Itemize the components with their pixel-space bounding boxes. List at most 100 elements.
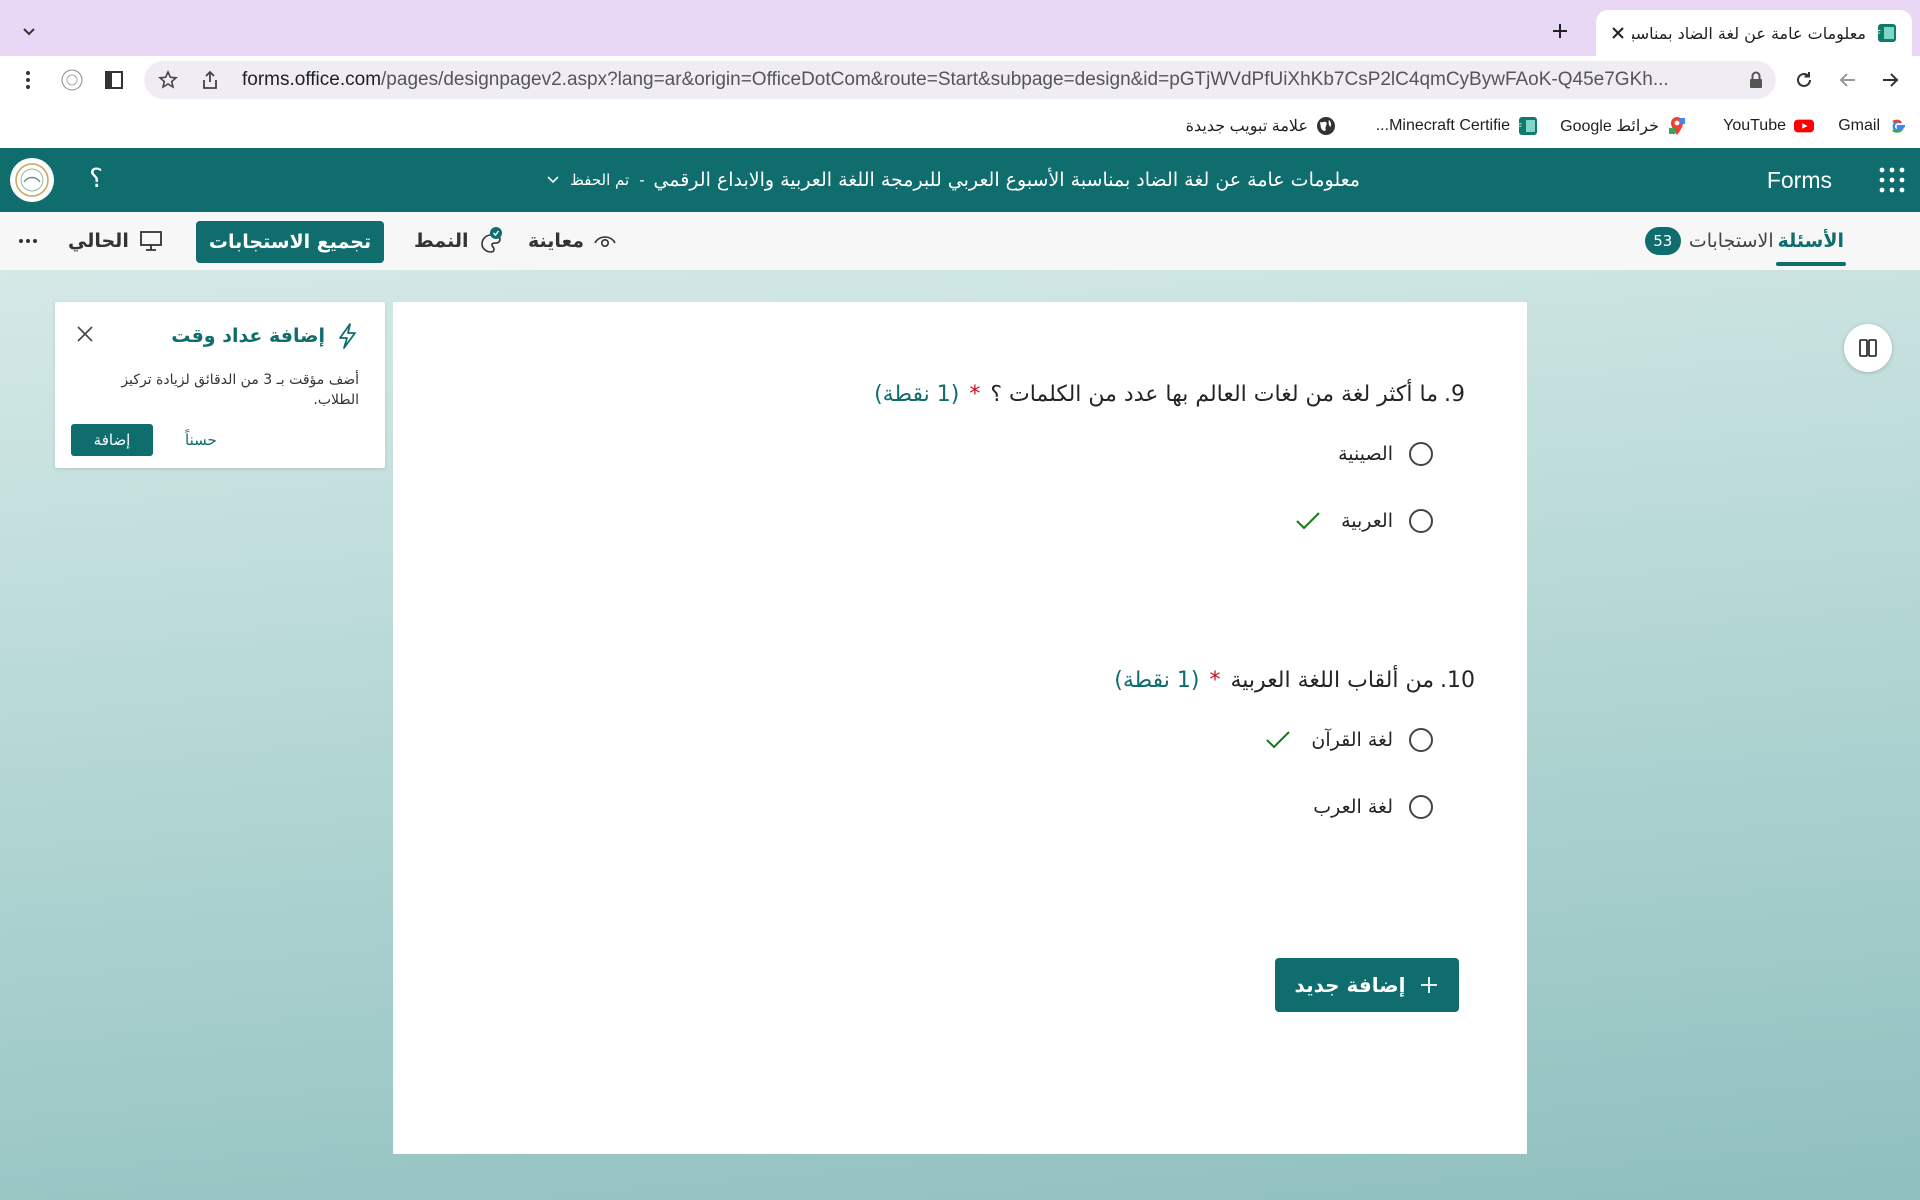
question-text: من ألقاب اللغة العربية <box>1230 668 1435 693</box>
question-number: 9. <box>1444 382 1465 407</box>
bookmark-youtube[interactable]: YouTube <box>1723 114 1814 138</box>
share-icon[interactable] <box>196 66 224 94</box>
help-button[interactable]: ؟ <box>82 164 110 196</box>
correct-check-icon <box>1295 511 1321 531</box>
option-label: لغة العرب <box>1313 796 1393 818</box>
browser-tab-active[interactable]: F معلومات عامة عن لغة الضاد بمناسبة الأس… <box>1596 10 1912 56</box>
bookmark-label: Minecraft Certifie... <box>1375 117 1510 134</box>
google-icon <box>1888 116 1908 136</box>
forms-favicon-icon: F <box>1876 22 1898 44</box>
bookmark-new-tab[interactable]: علامة تبويب جديدة <box>1186 114 1336 138</box>
view-tabs: الأسئلة الاستجابات 53 <box>1644 212 1847 270</box>
svg-text:F: F <box>1876 29 1881 40</box>
question-text: ما أكثر لغة من لغات العالم بها عدد من ال… <box>990 382 1438 407</box>
responses-count-badge: 53 <box>1644 227 1681 255</box>
option-quran[interactable]: لغة القرآن <box>1265 728 1433 752</box>
browser-toolbar: forms.office.com/pages/designpagev2.aspx… <box>0 56 1920 104</box>
avatar[interactable] <box>10 158 54 202</box>
forms-app-bar: Forms معلومات عامة عن لغة الضاد بمناسبة … <box>0 148 1920 212</box>
bookmark-star-icon[interactable] <box>154 66 182 94</box>
browser-tabstrip: F معلومات عامة عن لغة الضاد بمناسبة الأس… <box>0 0 1920 56</box>
timer-dismiss-button[interactable]: حسناً <box>185 424 217 456</box>
radio-button[interactable] <box>1409 442 1433 466</box>
tab-search-chevron-icon[interactable] <box>16 18 42 44</box>
lightning-icon <box>335 322 359 350</box>
columns-icon <box>1858 338 1878 358</box>
present-label: الحالي <box>68 230 129 252</box>
presentation-icon <box>139 230 163 252</box>
form-card: 9. ما أكثر لغة من لغات العالم بها عدد من… <box>393 302 1527 1154</box>
svg-text:F: F <box>1518 123 1522 133</box>
forward-arrow-icon[interactable] <box>1876 66 1904 94</box>
option-arabic[interactable]: العربية <box>1295 509 1433 533</box>
question-9[interactable]: 9. ما أكثر لغة من لغات العالم بها عدد من… <box>874 382 1465 407</box>
browser-tab-title: معلومات عامة عن لغة الضاد بمناسبة الأسبو… <box>1632 23 1866 43</box>
maps-icon <box>1667 116 1687 136</box>
chevron-down-icon <box>546 175 560 185</box>
timer-add-button[interactable]: إضافة <box>71 424 153 456</box>
eye-icon <box>594 233 616 249</box>
style-button[interactable]: النمط <box>414 212 503 270</box>
palette-icon <box>479 227 503 255</box>
question-10[interactable]: 10. من ألقاب اللغة العربية * (1 نقطة) <box>1114 668 1475 693</box>
question-number: 10. <box>1440 668 1475 693</box>
tab-questions[interactable]: الأسئلة <box>1775 212 1847 270</box>
option-chinese[interactable]: الصينية <box>1338 442 1433 466</box>
url-text[interactable]: forms.office.com/pages/designpagev2.aspx… <box>242 61 1732 99</box>
tab-responses[interactable]: الاستجابات 53 <box>1644 227 1774 255</box>
bookmark-gmail[interactable]: Gmail <box>1838 114 1908 138</box>
collect-responses-button[interactable]: تجميع الاستجابات <box>196 221 384 263</box>
radio-button[interactable] <box>1409 795 1433 819</box>
bookmark-label: Gmail <box>1838 117 1880 134</box>
bookmark-label: خرائط Google <box>1560 118 1659 135</box>
more-options-icon[interactable] <box>14 227 42 255</box>
title-separator: - <box>639 171 645 189</box>
option-label: الصينية <box>1338 443 1393 465</box>
forms-brand-label[interactable]: Forms <box>1767 148 1832 212</box>
kebab-menu-icon[interactable] <box>14 66 42 94</box>
app-launcher-waffle-icon[interactable] <box>1878 166 1906 194</box>
lock-icon[interactable] <box>1742 66 1770 94</box>
forms-icon: F <box>1518 116 1538 136</box>
timer-card-header: إضافة عداد وقت <box>171 322 359 350</box>
bookmarks-bar: Gmail YouTube خرائط Google F Minecraft C… <box>0 104 1920 149</box>
plus-icon <box>1419 975 1439 995</box>
back-arrow-icon[interactable] <box>1834 66 1862 94</box>
command-bar: الأسئلة الاستجابات 53 معاينة النمط تجميع… <box>0 212 1920 270</box>
new-tab-plus-icon[interactable] <box>1545 16 1575 46</box>
present-button[interactable]: الحالي <box>68 212 163 270</box>
radio-button[interactable] <box>1409 509 1433 533</box>
bookmark-minecraft[interactable]: F Minecraft Certifie... <box>1376 114 1538 138</box>
profile-icon[interactable] <box>58 66 86 94</box>
required-mark: * <box>1209 668 1221 693</box>
close-icon[interactable] <box>73 322 97 346</box>
question-points: (1 نقطة) <box>874 382 960 407</box>
side-panel-icon[interactable] <box>100 66 128 94</box>
timer-card-description: أضف مؤقت بـ 3 من الدقائق لزيادة تركيز ال… <box>121 372 359 408</box>
timer-card-title: إضافة عداد وقت <box>171 325 325 347</box>
add-new-button[interactable]: إضافة جديد <box>1275 958 1459 1012</box>
youtube-icon <box>1794 116 1814 136</box>
required-mark: * <box>969 382 981 407</box>
address-bar[interactable]: forms.office.com/pages/designpagev2.aspx… <box>144 61 1776 99</box>
bookmark-label: علامة تبويب جديدة <box>1185 118 1308 135</box>
preview-button[interactable]: معاينة <box>528 212 616 270</box>
form-title[interactable]: معلومات عامة عن لغة الضاد بمناسبة الأسبو… <box>653 148 1360 212</box>
reload-icon[interactable] <box>1790 66 1818 94</box>
bookmark-maps[interactable]: خرائط Google <box>1560 114 1687 138</box>
tab-close-icon[interactable] <box>1604 19 1632 47</box>
correct-check-icon <box>1265 730 1291 750</box>
save-state[interactable]: - تم الحفظ <box>546 148 645 212</box>
add-new-label: إضافة جديد <box>1294 973 1406 997</box>
form-canvas: إضافة عداد وقت أضف مؤقت بـ 3 من الدقائق … <box>0 270 1920 1200</box>
save-state-label: تم الحفظ <box>570 171 630 189</box>
style-label: النمط <box>414 230 469 252</box>
preview-label: معاينة <box>528 230 585 252</box>
side-panel-toggle-button[interactable] <box>1844 324 1892 372</box>
radio-button[interactable] <box>1409 728 1433 752</box>
tab-responses-label: الاستجابات <box>1688 230 1774 252</box>
option-arab[interactable]: لغة العرب <box>1313 795 1433 819</box>
bookmark-label: YouTube <box>1723 117 1786 134</box>
globe-icon <box>1316 116 1336 136</box>
question-points: (1 نقطة) <box>1114 668 1200 693</box>
